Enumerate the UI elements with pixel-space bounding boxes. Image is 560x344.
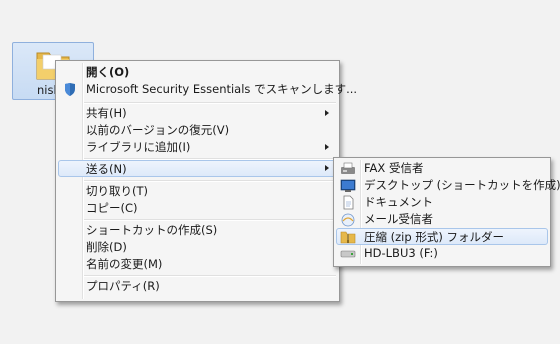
menu-separator [84,180,336,182]
send-to-zip[interactable]: 圧縮 (zip 形式) フォルダー [336,228,548,245]
menu-separator [84,275,336,277]
document-icon [343,195,354,210]
submenu-arrow-icon [325,144,329,150]
submenu-arrow-icon [325,110,329,116]
desktop-icon [340,179,356,192]
menu-item-properties[interactable]: プロパティ(R) [58,278,337,295]
send-to-desktop[interactable]: デスクトップ (ショートカットを作成) [336,177,560,194]
submenu-arrow-icon [325,165,329,171]
menu-item-copy[interactable]: コピー(C) [58,200,337,217]
menu-item-send-to[interactable]: 送る(N) [58,160,337,177]
fax-icon [341,162,355,174]
menu-item-open[interactable]: 開く(O) [58,64,337,81]
zip-folder-icon [340,231,356,244]
menu-separator [84,102,336,104]
send-to-drive[interactable]: HD-LBU3 (F:) [336,245,548,262]
menu-item-share[interactable]: 共有(H) [58,105,337,122]
menu-item-rename[interactable]: 名前の変更(M) [58,256,337,273]
menu-item-create-shortcut[interactable]: ショートカットの作成(S) [58,222,337,239]
send-to-fax[interactable]: FAX 受信者 [336,160,548,177]
send-to-documents[interactable]: ドキュメント [336,194,548,211]
menu-item-add-to-library[interactable]: ライブラリに追加(I) [58,139,337,156]
mail-icon [341,213,355,227]
drive-icon [340,250,356,258]
menu-item-cut[interactable]: 切り取り(T) [58,183,337,200]
security-shield-icon [65,83,75,96]
menu-separator [84,219,336,221]
send-to-mail[interactable]: メール受信者 [336,211,548,228]
menu-item-mse-scan[interactable]: Microsoft Security Essentials でスキャンします..… [58,81,357,98]
send-to-submenu: FAX 受信者 デスクトップ (ショートカットを作成) ドキュメント メール受信… [333,157,560,267]
menu-item-delete[interactable]: 削除(D) [58,239,337,256]
menu-item-restore-versions[interactable]: 以前のバージョンの復元(V) [58,122,337,139]
context-menu: 開く(O) Microsoft Security Essentials でスキャ… [55,60,357,302]
